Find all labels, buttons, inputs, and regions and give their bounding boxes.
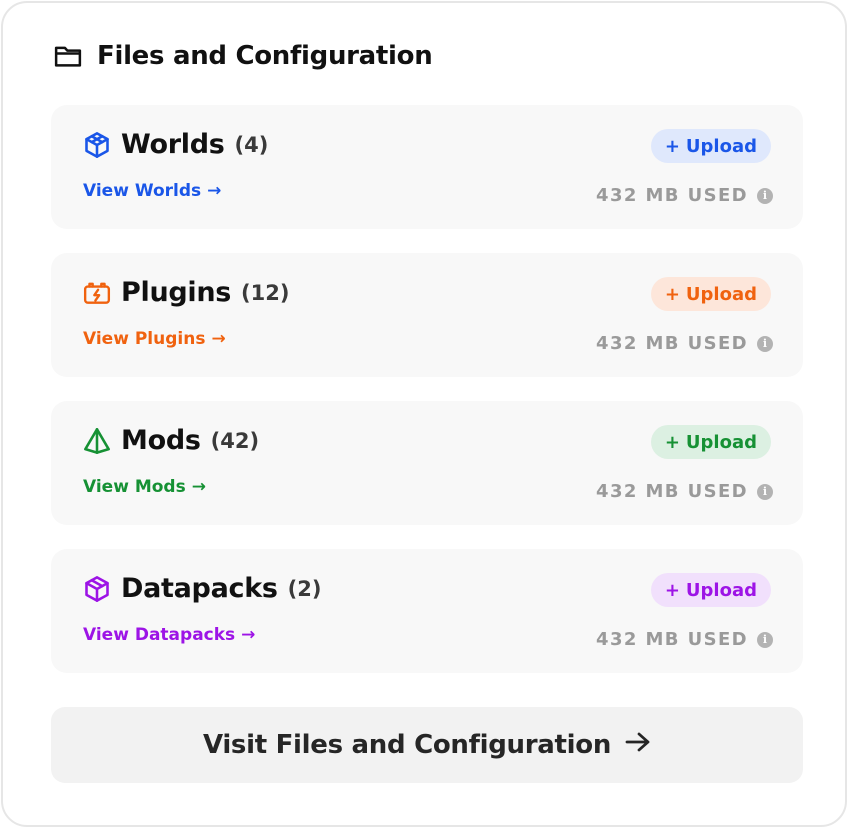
visit-files-config-button[interactable]: Visit Files and Configuration — [51, 707, 803, 783]
files-config-panel: Files and Configuration Worlds (4) View … — [1, 1, 847, 827]
section-card-mods: Mods (42) View Mods → + Upload 432 MB US… — [51, 401, 803, 525]
section-count: (12) — [241, 280, 290, 305]
arrow-right-icon: → — [211, 329, 226, 349]
view-plugins-link[interactable]: View Plugins → — [83, 329, 226, 349]
info-icon[interactable]: i — [757, 187, 773, 204]
storage-usage: 432 MB USED i — [596, 333, 773, 354]
section-card-plugins: Plugins (12) View Plugins → + Upload 432… — [51, 253, 803, 377]
arrow-right-icon — [625, 730, 651, 760]
battery-bolt-icon — [83, 279, 111, 307]
view-link-label: View Datapacks — [83, 625, 236, 645]
view-link-label: View Mods — [83, 477, 186, 497]
upload-plugins-button[interactable]: + Upload — [650, 277, 771, 311]
section-heading: Datapacks (2) — [83, 573, 321, 604]
view-datapacks-link[interactable]: View Datapacks → — [83, 625, 255, 645]
usage-text: 432 MB USED — [596, 185, 748, 206]
info-icon[interactable]: i — [757, 335, 773, 352]
section-heading: Plugins (12) — [83, 277, 289, 308]
view-worlds-link[interactable]: View Worlds → — [83, 181, 221, 201]
plus-icon: + — [664, 579, 680, 601]
arrow-right-icon: → — [207, 181, 222, 201]
usage-text: 432 MB USED — [596, 629, 748, 650]
upload-label: Upload — [685, 431, 757, 453]
pyramid-icon — [83, 427, 111, 455]
section-title: Datapacks — [121, 573, 278, 604]
storage-usage: 432 MB USED i — [596, 629, 773, 650]
storage-usage: 432 MB USED i — [596, 185, 773, 206]
info-icon[interactable]: i — [757, 483, 773, 500]
storage-usage: 432 MB USED i — [596, 481, 773, 502]
cube-icon — [83, 131, 111, 159]
upload-datapacks-button[interactable]: + Upload — [650, 573, 771, 607]
section-card-datapacks: Datapacks (2) View Datapacks → + Upload … — [51, 549, 803, 673]
usage-text: 432 MB USED — [596, 481, 748, 502]
plus-icon: + — [664, 431, 680, 453]
section-count: (4) — [234, 132, 269, 157]
info-icon[interactable]: i — [757, 631, 773, 648]
upload-label: Upload — [685, 579, 757, 601]
section-title: Plugins — [121, 277, 232, 308]
view-link-label: View Worlds — [83, 181, 202, 201]
section-heading: Mods (42) — [83, 425, 259, 456]
section-title: Mods — [121, 425, 201, 456]
section-heading: Worlds (4) — [83, 129, 268, 160]
box-icon — [83, 575, 111, 603]
panel-title: Files and Configuration — [97, 41, 433, 71]
view-mods-link[interactable]: View Mods → — [83, 477, 206, 497]
upload-mods-button[interactable]: + Upload — [650, 425, 771, 459]
panel-header: Files and Configuration — [53, 41, 433, 71]
section-title: Worlds — [121, 129, 225, 160]
folder-icon — [53, 41, 83, 71]
view-link-label: View Plugins — [83, 329, 206, 349]
section-count: (42) — [210, 428, 260, 453]
upload-label: Upload — [685, 135, 757, 157]
arrow-right-icon: → — [191, 477, 206, 497]
usage-text: 432 MB USED — [596, 333, 748, 354]
upload-label: Upload — [685, 283, 757, 305]
upload-worlds-button[interactable]: + Upload — [650, 129, 771, 163]
plus-icon: + — [664, 283, 680, 305]
arrow-right-icon: → — [241, 625, 256, 645]
plus-icon: + — [664, 135, 680, 157]
section-count: (2) — [287, 576, 322, 601]
section-card-worlds: Worlds (4) View Worlds → + Upload 432 MB… — [51, 105, 803, 229]
visit-label: Visit Files and Configuration — [202, 730, 612, 760]
